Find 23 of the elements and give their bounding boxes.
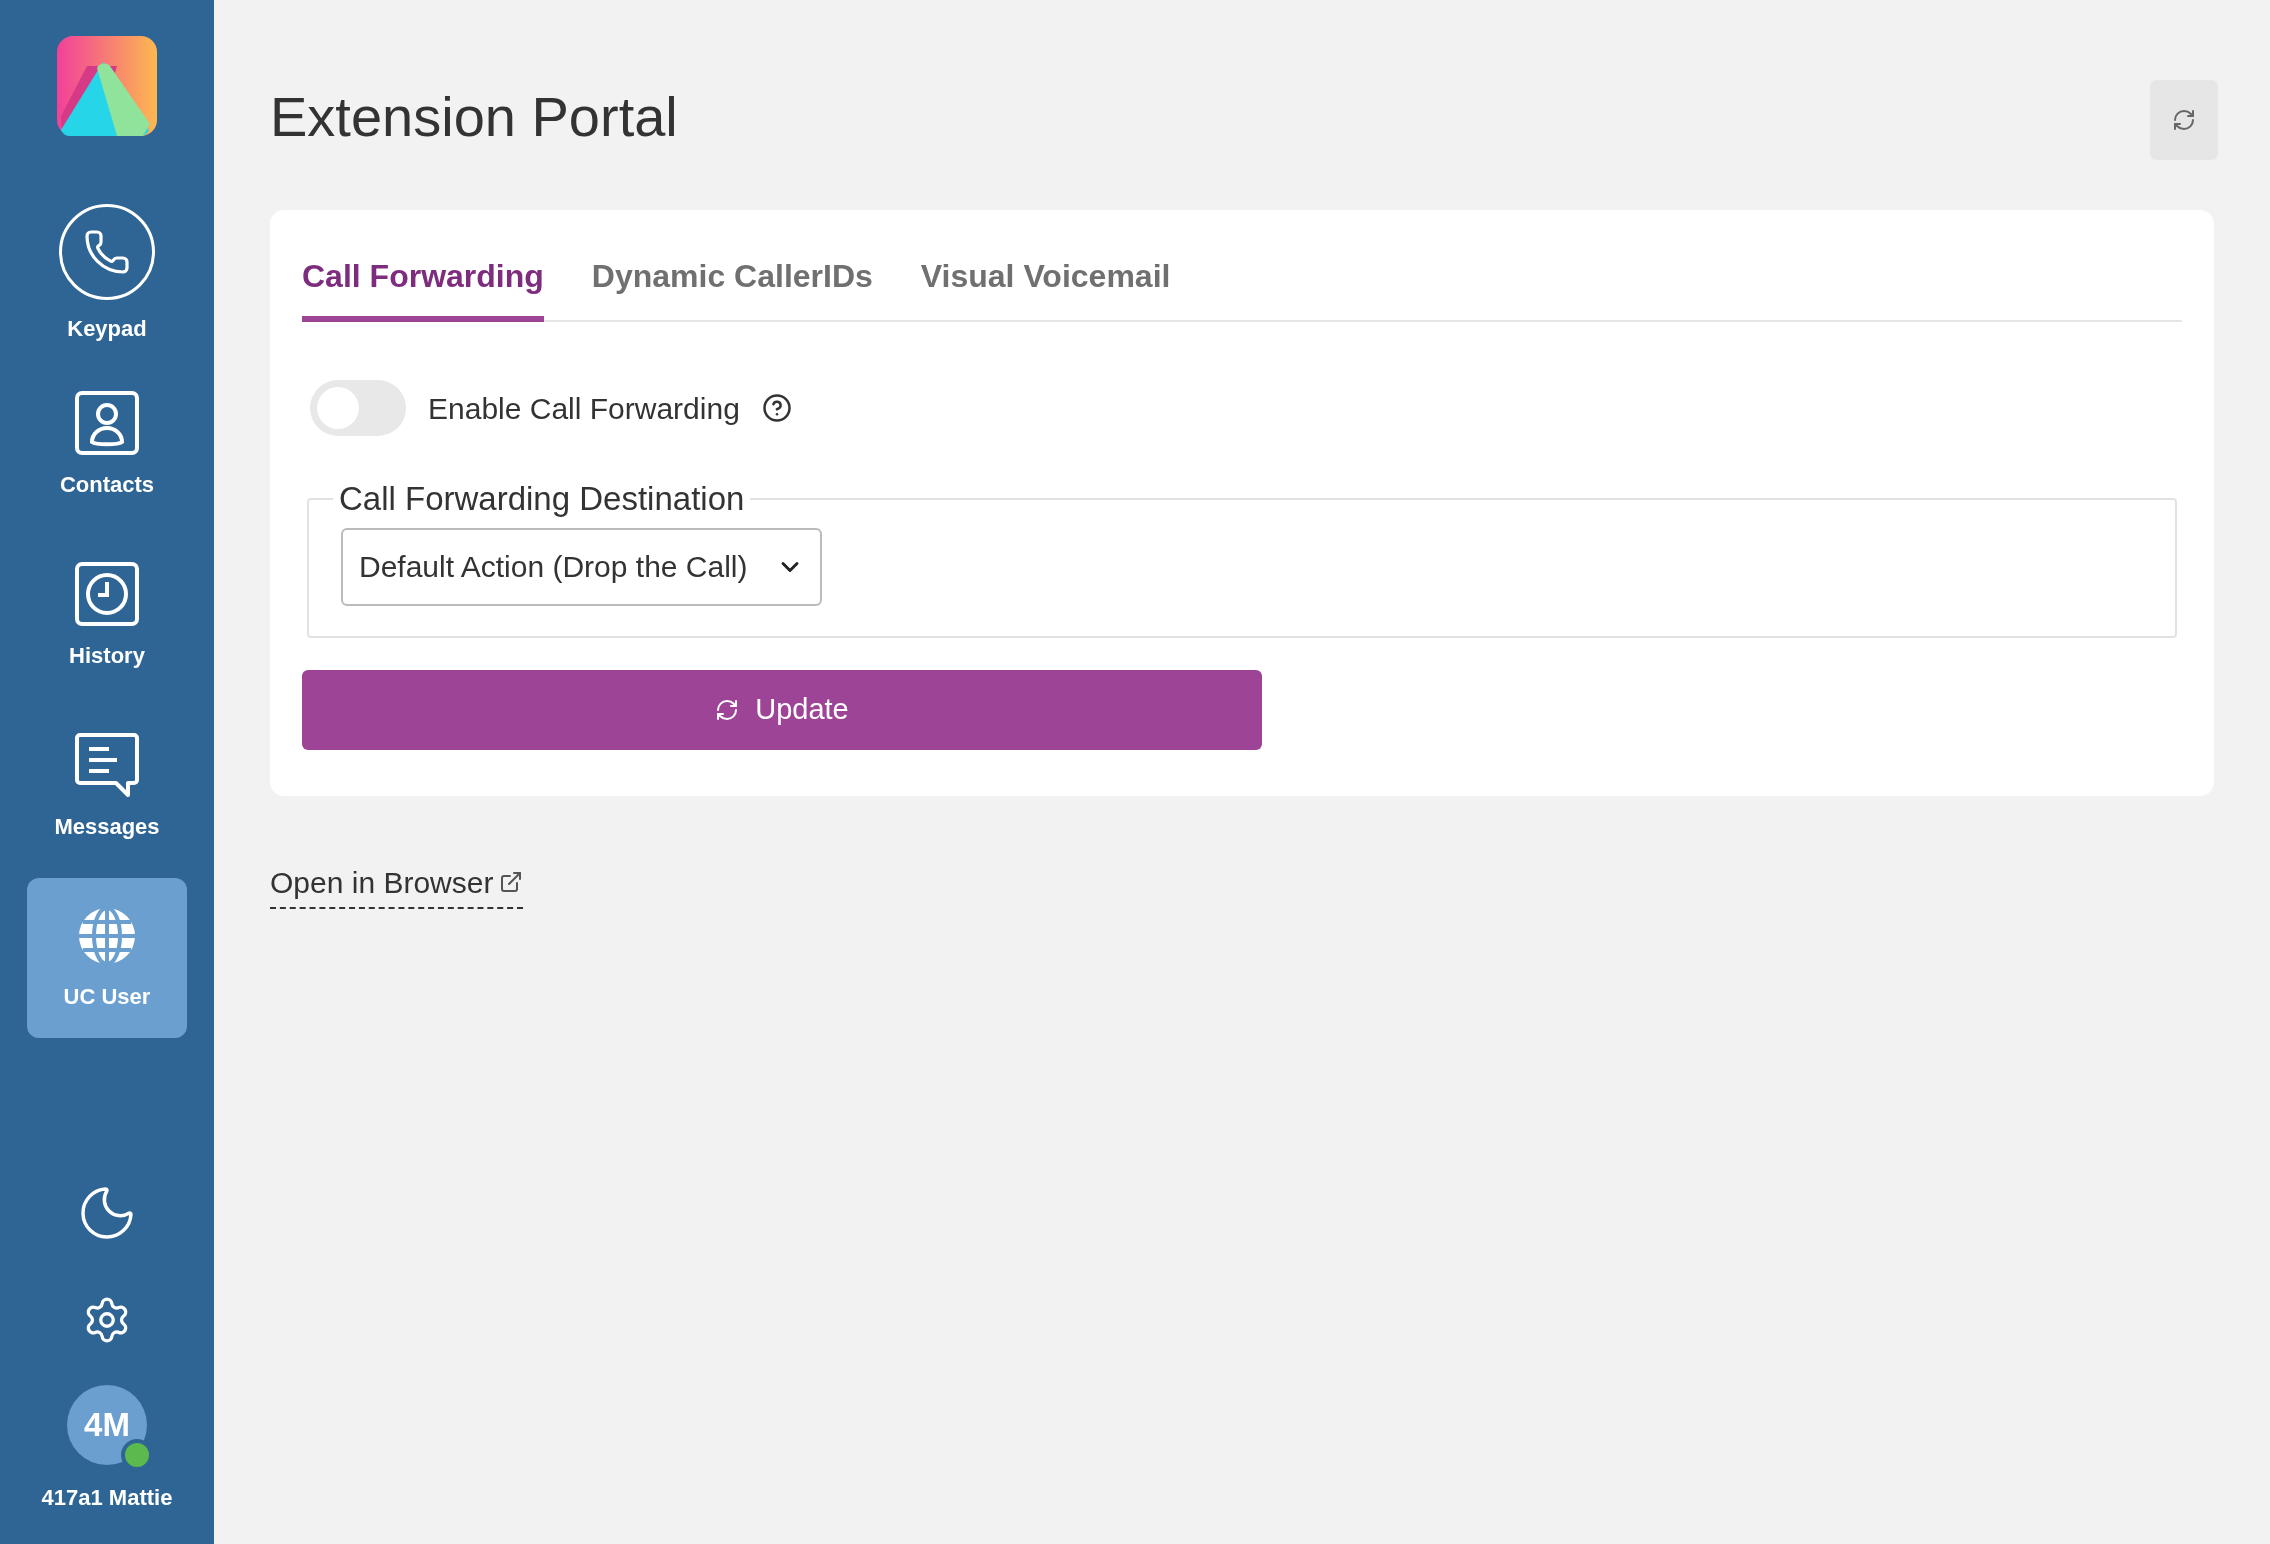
nav-item[interactable]: Contacts — [27, 365, 187, 525]
page-title: Extension Portal — [270, 86, 678, 148]
refresh-button[interactable] — [2150, 80, 2218, 160]
tab[interactable]: Visual Voicemail — [920, 252, 1171, 322]
contact-icon — [74, 389, 140, 456]
tab[interactable]: Dynamic CallerIDs — [591, 252, 873, 322]
help-icon[interactable] — [761, 393, 792, 423]
update-button[interactable]: Update — [302, 669, 1262, 750]
refresh-icon — [2172, 108, 2196, 132]
nav-item[interactable]: Messages — [27, 707, 187, 867]
open-in-browser-link[interactable]: Open in Browser — [270, 859, 524, 909]
phone-icon — [59, 203, 155, 300]
message-icon — [74, 731, 140, 798]
destination-select[interactable]: Default Action (Drop the Call) — [341, 527, 822, 606]
tab[interactable]: Call Forwarding — [302, 252, 544, 322]
nav-item[interactable]: History — [27, 536, 187, 696]
refresh-icon — [715, 697, 740, 722]
nav-item[interactable]: Keypad — [27, 194, 187, 354]
external-link-icon — [499, 870, 524, 894]
user-name: 417a1 Mattie — [41, 1484, 173, 1512]
fieldset-legend: Call Forwarding Destination — [333, 474, 751, 524]
toggle-label: Enable Call Forwarding — [428, 390, 740, 427]
clock-icon — [74, 560, 140, 627]
